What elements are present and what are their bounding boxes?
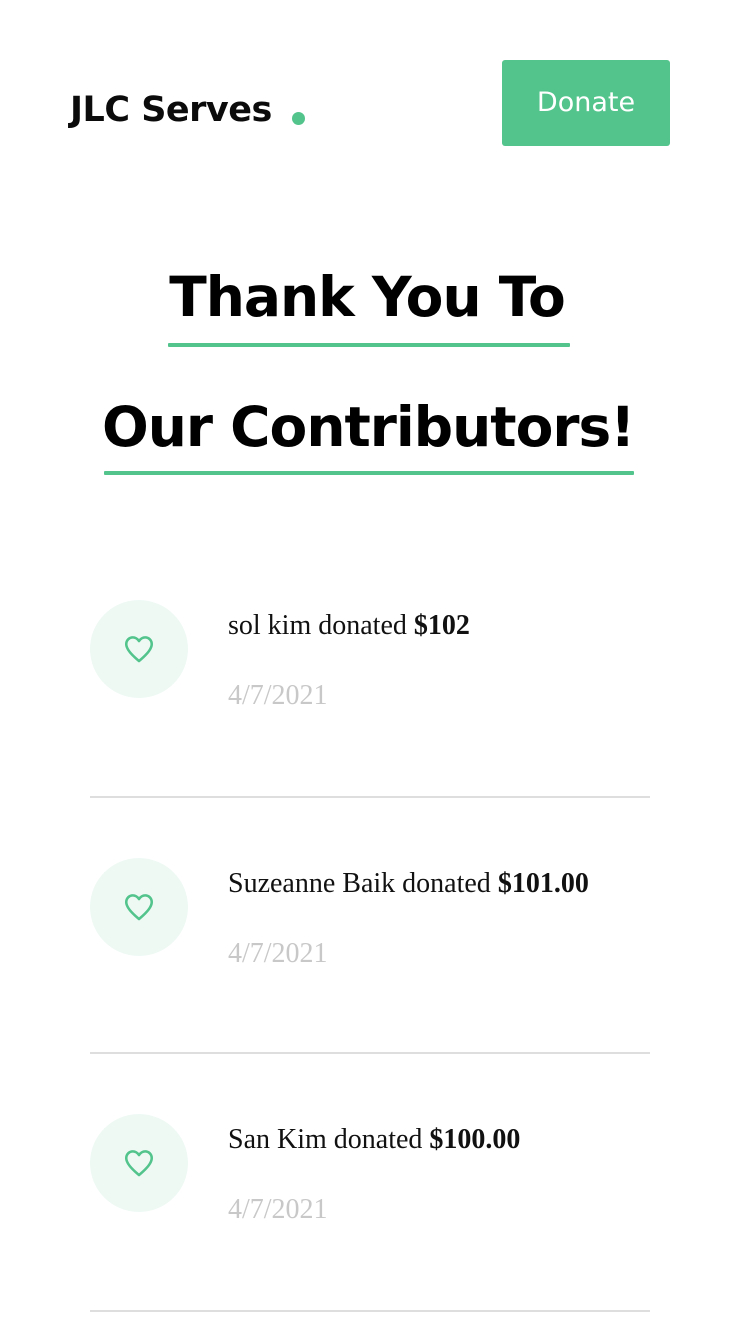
donation-item: San Kim donated $100.00 4/7/2021 (90, 1114, 650, 1234)
donation-verb: donated (318, 610, 407, 641)
donor-name: San Kim (228, 1124, 327, 1155)
brand-dot (292, 112, 305, 125)
donor-name: Suzeanne Baik (228, 868, 396, 899)
donor-name: sol kim (228, 610, 312, 641)
heart-icon (124, 1150, 154, 1177)
donation-amount: $101.00 (497, 868, 589, 899)
donation-verb: donated (402, 868, 491, 899)
donation-date: 4/7/2021 (228, 1194, 328, 1225)
headline-text-2: Our Contributors! (102, 395, 635, 459)
donation-amount: $100.00 (429, 1124, 521, 1155)
donation-item: sol kim donated $102 4/7/2021 (90, 600, 650, 720)
heart-icon (124, 636, 154, 663)
divider (90, 1052, 650, 1054)
headline-underline-1 (168, 343, 570, 347)
headline-text-1: Thank You To (169, 265, 566, 329)
headline-underline-2 (104, 471, 634, 475)
site-header: JLC Serves Donate (0, 0, 734, 200)
donation-text: San Kim donated $100.00 (228, 1122, 520, 1158)
heart-icon-circle (90, 1114, 188, 1212)
heart-icon (124, 894, 154, 921)
donation-verb: donated (333, 1124, 423, 1155)
donation-amount: $102 (413, 610, 470, 641)
donate-button[interactable]: Donate (502, 60, 670, 146)
heart-icon-circle (90, 858, 188, 956)
heart-icon-circle (90, 600, 188, 698)
donation-date: 4/7/2021 (228, 938, 328, 969)
brand-logo-text[interactable]: JLC Serves (70, 88, 272, 132)
donation-item: Suzeanne Baik donated $101.00 4/7/2021 (90, 858, 650, 978)
page-title-line-1: Thank You To (0, 262, 734, 332)
donation-text: sol kim donated $102 (228, 608, 470, 644)
donation-text: Suzeanne Baik donated $101.00 (228, 866, 589, 902)
donation-date: 4/7/2021 (228, 680, 328, 711)
page-title-line-2: Our Contributors! (0, 392, 734, 462)
divider (90, 1310, 650, 1312)
divider (90, 796, 650, 798)
